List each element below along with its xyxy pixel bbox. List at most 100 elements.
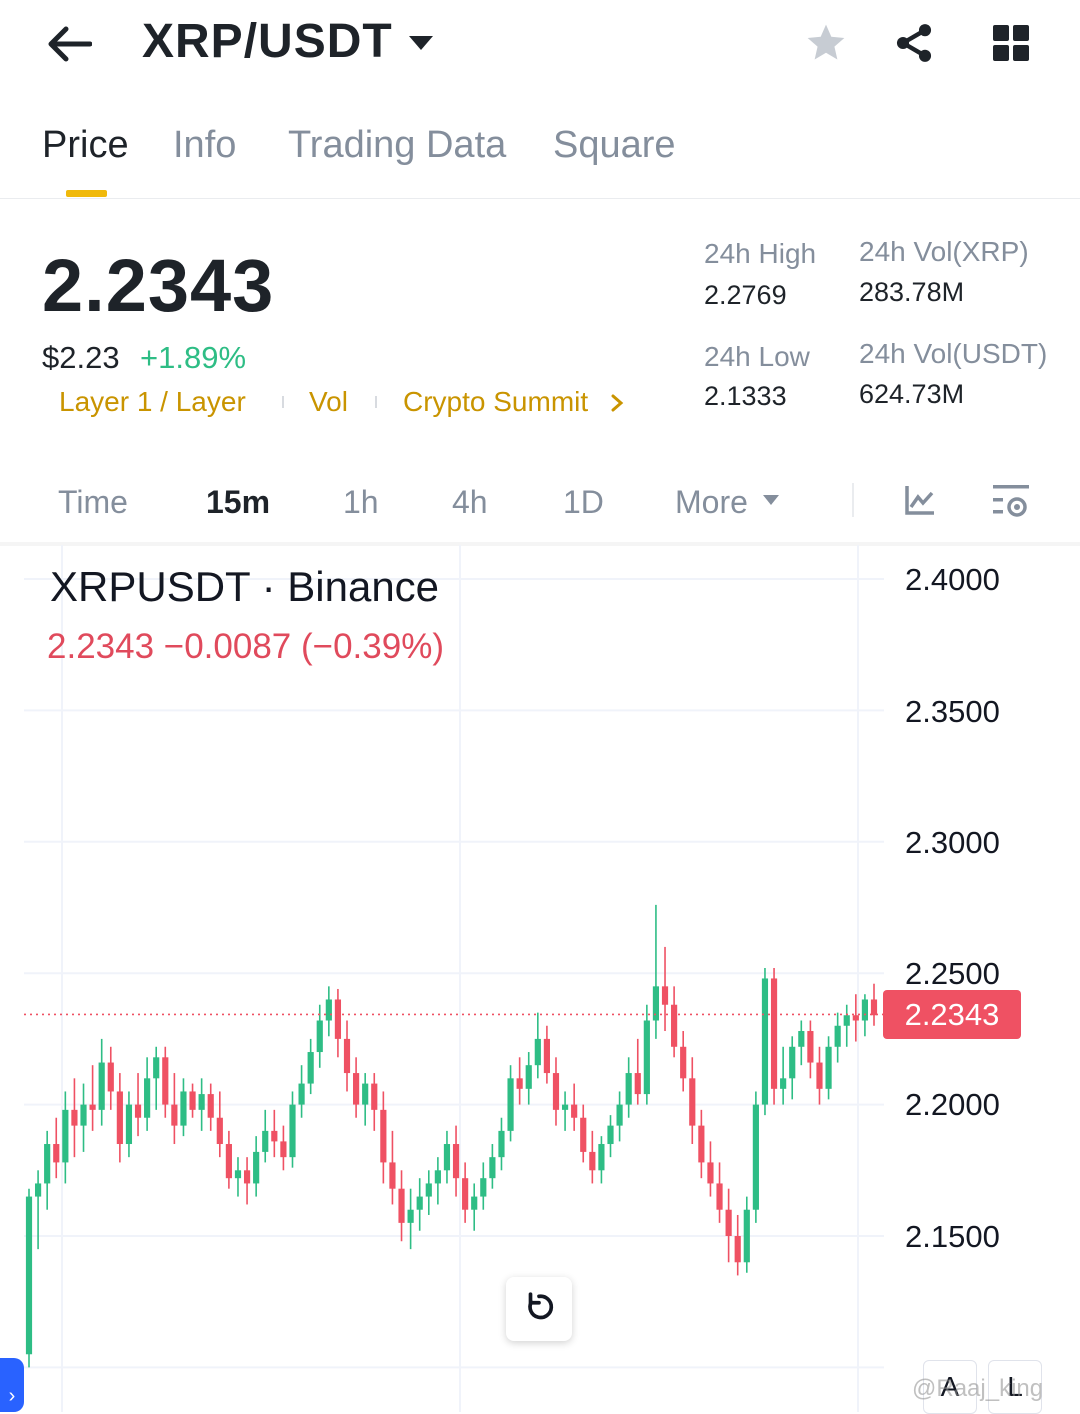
candle-body <box>416 1196 423 1210</box>
candle-body <box>707 1162 714 1184</box>
candle-body <box>552 1073 560 1110</box>
star-icon[interactable] <box>802 18 850 68</box>
candle-body <box>271 1130 278 1142</box>
chart-settings-icon[interactable] <box>988 478 1034 524</box>
candle-body <box>34 1183 42 1197</box>
candle-body <box>843 1015 850 1026</box>
grid-icon[interactable] <box>988 20 1034 66</box>
share-icon[interactable] <box>890 18 938 68</box>
candle-body <box>625 1073 632 1105</box>
y-tick-label: 2.3500 <box>905 694 1000 729</box>
indicator-chart-icon[interactable] <box>900 480 940 520</box>
caret-down-icon[interactable] <box>404 28 438 58</box>
chart-symbol-line: XRPUSDT · Binance <box>50 563 440 610</box>
y-tick-label: 2.2000 <box>905 1087 1000 1122</box>
candle-body <box>243 1170 251 1184</box>
interval-1d[interactable]: 1D <box>563 484 604 521</box>
tab-trading-data[interactable]: Trading Data <box>288 124 506 167</box>
candle-body <box>462 1178 469 1210</box>
candle-body <box>153 1057 160 1079</box>
candle-body <box>652 986 660 1021</box>
stat-24h-high-label: 24h High <box>704 238 817 269</box>
candle-body <box>716 1183 723 1210</box>
interval-time[interactable]: Time <box>58 484 128 521</box>
reset-chart-button[interactable] <box>506 1277 572 1341</box>
tag-separator <box>282 396 284 408</box>
candle-body <box>852 1015 859 1021</box>
last-price-marker: 2.2343 <box>883 990 1021 1039</box>
interval-more[interactable]: More <box>675 484 748 521</box>
candle-body <box>234 1170 242 1179</box>
back-arrow-icon[interactable] <box>44 22 94 66</box>
candle-body <box>861 999 869 1021</box>
candle-body <box>262 1130 269 1152</box>
candle-body <box>434 1170 441 1184</box>
candle-body <box>216 1117 223 1145</box>
candle-body <box>425 1183 432 1197</box>
top-bar: XRP/USDT <box>0 0 1080 95</box>
tag-vol[interactable]: Vol <box>309 386 348 418</box>
tab-info[interactable]: Info <box>173 124 236 167</box>
interval-4h[interactable]: 4h <box>452 484 488 521</box>
active-tab-indicator <box>66 190 107 197</box>
change-percent: +1.89% <box>140 340 247 375</box>
candle-body <box>589 1151 596 1171</box>
candle-body <box>71 1109 78 1126</box>
candle-body <box>607 1125 614 1145</box>
candle-body <box>725 1209 732 1236</box>
candle-body <box>362 1083 369 1105</box>
candle-body <box>389 1162 396 1189</box>
candle-body <box>780 1078 787 1089</box>
tab-price[interactable]: Price <box>42 124 129 167</box>
candle-body <box>334 999 342 1039</box>
candle-body <box>798 1031 805 1047</box>
tab-square[interactable]: Square <box>553 124 676 167</box>
last-price: 2.2343 <box>42 244 275 327</box>
candle-body <box>89 1104 96 1110</box>
candle-body <box>62 1109 69 1163</box>
candle-body <box>80 1104 87 1126</box>
candle-body <box>25 1196 33 1355</box>
candle-body <box>743 1209 750 1263</box>
pair-title[interactable]: XRP/USDT <box>142 14 393 69</box>
candle-body <box>325 999 332 1021</box>
candle-body <box>343 1038 351 1074</box>
interval-1h[interactable]: 1h <box>343 484 379 521</box>
candle-body <box>616 1104 623 1126</box>
candle-body <box>498 1130 505 1158</box>
y-tick-label: 2.1500 <box>905 1219 1000 1254</box>
candle-body <box>752 1104 759 1210</box>
caret-down-icon[interactable] <box>760 490 782 510</box>
chevron-right-icon[interactable] <box>606 390 628 416</box>
candle-body <box>316 1020 323 1053</box>
candle-body <box>698 1125 705 1163</box>
candle-body <box>171 1104 178 1126</box>
tag-layer1[interactable]: Layer 1 / Layer <box>59 386 246 418</box>
candle-body <box>816 1062 823 1089</box>
tag-crypto-summit[interactable]: Crypto Summit <box>403 386 588 418</box>
candle-body <box>44 1144 51 1184</box>
candle-body <box>571 1104 578 1118</box>
candle-body <box>634 1073 641 1095</box>
candle-body <box>543 1038 550 1074</box>
candle-body <box>680 1046 687 1079</box>
candle-body <box>125 1104 133 1145</box>
candle-body <box>207 1094 214 1118</box>
candle-body <box>534 1038 541 1066</box>
interval-15m[interactable]: 15m <box>206 484 270 521</box>
candle-body <box>189 1091 196 1110</box>
candle-body <box>507 1078 514 1131</box>
stat-24h-low-label: 24h Low <box>704 341 810 372</box>
candle-body <box>298 1083 305 1105</box>
candle-body <box>807 1031 814 1063</box>
y-tick-label: 2.2500 <box>905 956 1000 991</box>
candle-body <box>289 1104 296 1158</box>
candle-body <box>116 1091 123 1145</box>
candle-body <box>689 1078 696 1126</box>
expand-panel-handle[interactable]: › <box>0 1358 24 1412</box>
y-tick-label: 2.4000 <box>905 562 1000 597</box>
watermark: @Raaj_king <box>912 1375 1044 1402</box>
tab-bar: Price Info Trading Data Square <box>0 110 1080 199</box>
candle-body <box>398 1188 405 1223</box>
interval-divider <box>852 483 854 517</box>
